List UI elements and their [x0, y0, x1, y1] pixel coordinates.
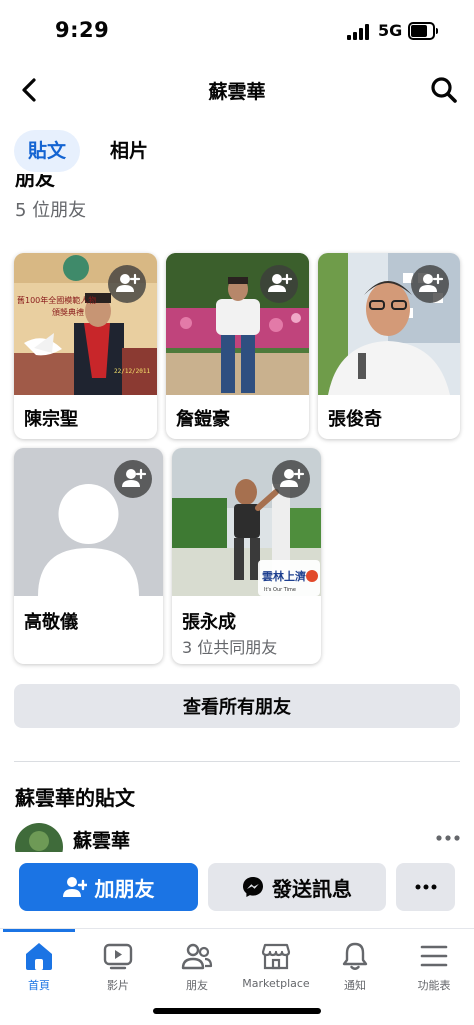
- post-author-name[interactable]: 蘇雲華: [73, 826, 130, 853]
- messenger-icon: [243, 877, 263, 897]
- tab-label: 功能表: [417, 979, 451, 992]
- tab-label: 首頁: [28, 979, 50, 992]
- tab-friends[interactable]: 朋友: [157, 941, 237, 993]
- battery-icon: [408, 22, 438, 40]
- see-all-friends-button[interactable]: 查看所有朋友: [14, 684, 460, 728]
- signal-icon: [347, 24, 371, 40]
- marketplace-icon: [261, 943, 291, 970]
- add-friend-button[interactable]: 加朋友: [19, 863, 198, 911]
- home-indicator: [153, 1008, 321, 1014]
- tab-label: Marketplace: [242, 977, 310, 990]
- tab-label: 通知: [344, 979, 366, 992]
- search-icon: [431, 77, 457, 103]
- friends-count: 5 位朋友: [15, 200, 87, 221]
- network-label: 5G: [378, 21, 403, 40]
- friends-section-title: 朋友: [15, 174, 115, 188]
- add-friend-badge[interactable]: [411, 265, 449, 303]
- friend-card[interactable]: 舊100年全國模範人物 頒獎典禮 22/12/2011 陳宗聖: [14, 253, 157, 439]
- tab-menu[interactable]: 功能表: [394, 941, 474, 993]
- add-friend-badge[interactable]: [260, 265, 298, 303]
- profile-action-bar: 加朋友 發送訊息: [0, 852, 474, 928]
- person-add-icon: [62, 877, 87, 897]
- bell-icon: [342, 942, 368, 970]
- friends-title-text: 朋友: [15, 174, 55, 188]
- send-message-button[interactable]: 發送訊息: [208, 863, 386, 911]
- friends-icon: [181, 943, 213, 970]
- logo-subtext: It's Our Time: [264, 587, 296, 593]
- page-title: 蘇雲華: [208, 81, 266, 103]
- posts-section-title: 蘇雲華的貼文: [15, 786, 135, 810]
- add-friend-badge[interactable]: [108, 265, 146, 303]
- person-add-icon: [280, 468, 305, 487]
- send-message-label: 發送訊息: [272, 876, 352, 901]
- award-ceremony-text: 頒獎典禮: [52, 307, 84, 317]
- friend-card[interactable]: 雲林上濟 It's Our Time 張永成 3 位共同朋友: [172, 448, 321, 664]
- tab-video[interactable]: 影片: [78, 941, 158, 993]
- tab-label: 影片: [107, 979, 129, 992]
- tab-notifications[interactable]: 通知: [315, 941, 395, 993]
- search-button[interactable]: [428, 74, 460, 106]
- friend-name: 高敬儀: [24, 612, 78, 633]
- add-friend-label: 加朋友: [94, 876, 155, 901]
- menu-icon: [420, 945, 448, 967]
- status-time: 9:29: [55, 18, 110, 42]
- photo-date-text: 22/12/2011: [114, 368, 151, 375]
- friend-card[interactable]: 張俊奇: [318, 253, 460, 439]
- person-add-icon: [268, 273, 293, 292]
- friend-name: 張俊奇: [328, 409, 382, 430]
- nav-bar: 蘇雲華: [0, 62, 474, 118]
- more-horizontal-icon: [436, 835, 460, 841]
- home-icon: [26, 943, 52, 970]
- friend-card[interactable]: 詹鎧豪: [166, 253, 309, 439]
- friend-card[interactable]: 高敬儀: [14, 448, 163, 664]
- video-icon: [103, 943, 133, 970]
- friend-name: 張永成: [182, 612, 236, 633]
- add-friend-badge[interactable]: [114, 460, 152, 498]
- post-more-button[interactable]: [434, 830, 462, 844]
- mutual-friends-count: 3 位共同朋友: [182, 638, 278, 657]
- person-add-icon: [122, 468, 147, 487]
- more-options-button[interactable]: [396, 863, 455, 911]
- tab-home[interactable]: 首頁: [0, 941, 79, 993]
- add-friend-badge[interactable]: [272, 460, 310, 498]
- award-banner-text: 舊100年全國模範人物: [17, 295, 96, 305]
- friend-name: 陳宗聖: [24, 409, 78, 430]
- tab-marketplace[interactable]: Marketplace: [236, 941, 316, 990]
- friend-name: 詹鎧豪: [176, 409, 230, 430]
- more-horizontal-icon: [415, 884, 436, 890]
- person-add-icon: [116, 273, 141, 292]
- tab-label: 朋友: [186, 979, 208, 992]
- status-bar: 9:29 5G: [0, 0, 474, 62]
- tab-posts[interactable]: 貼文: [14, 130, 81, 172]
- tab-photos[interactable]: 相片: [96, 130, 162, 172]
- section-divider: [14, 761, 460, 762]
- person-add-icon: [419, 273, 444, 292]
- active-tab-indicator: [3, 929, 75, 932]
- logo-text: 雲林上濟: [262, 569, 306, 583]
